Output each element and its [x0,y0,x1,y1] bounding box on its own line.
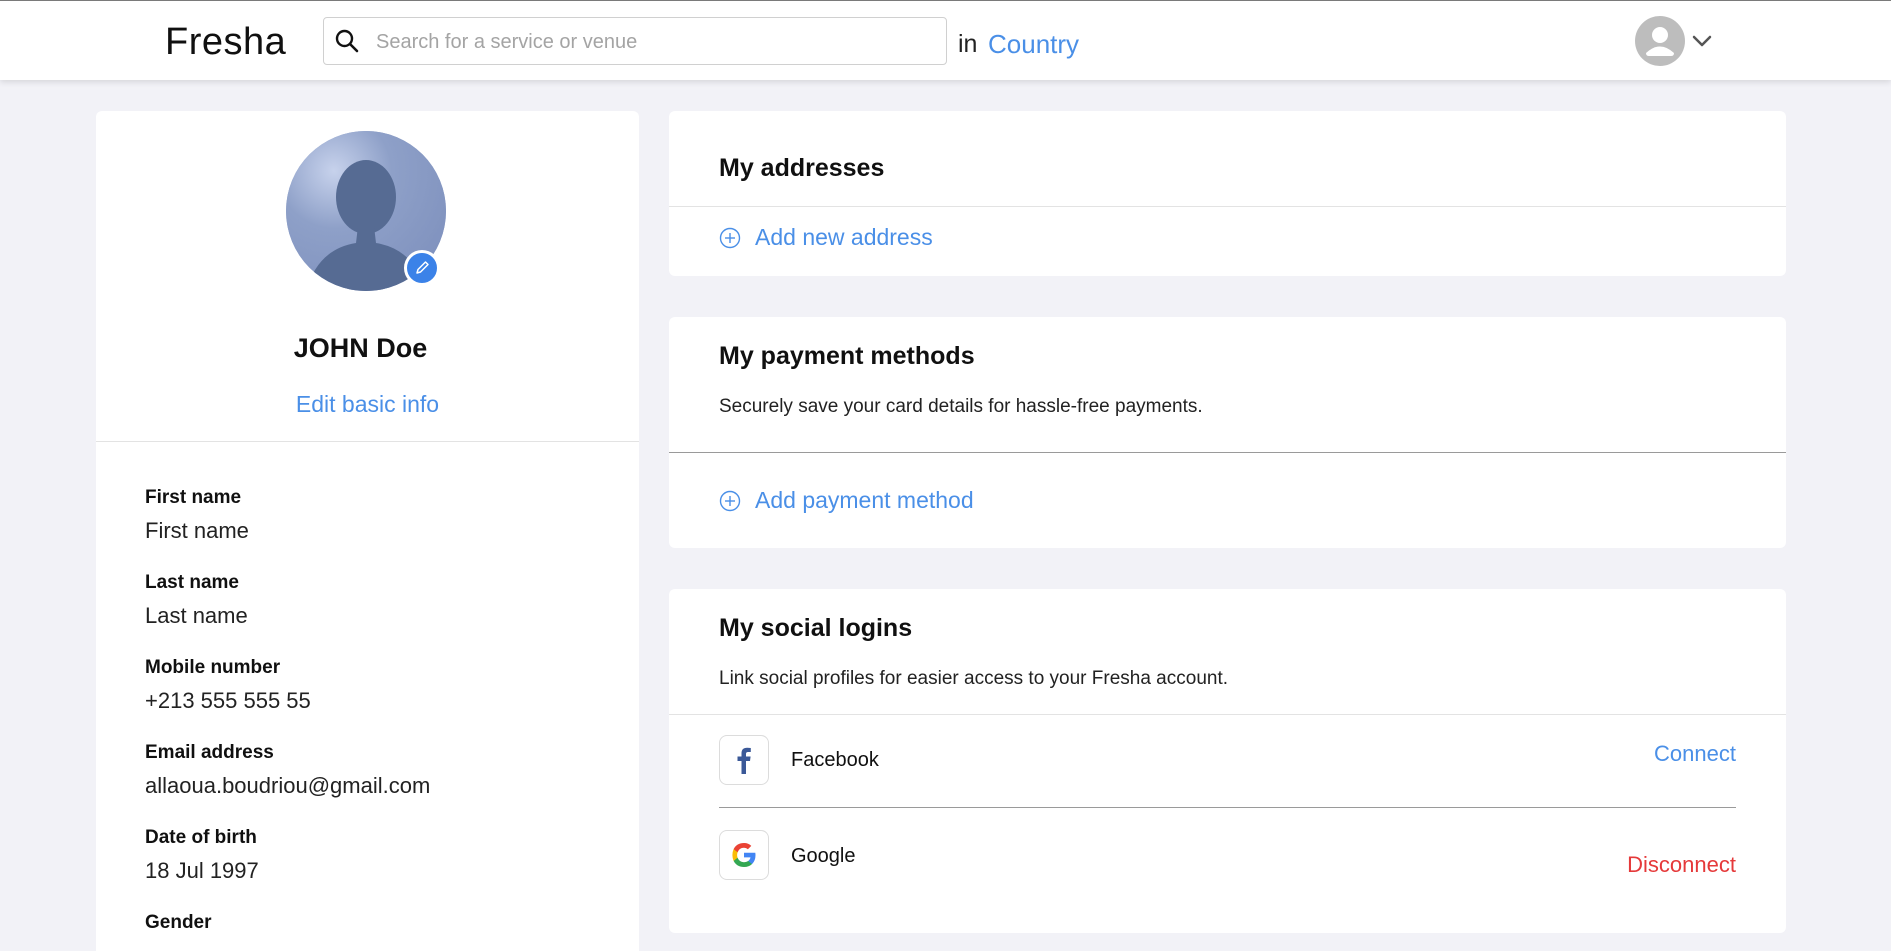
payment-methods-card: My payment methods Securely save your ca… [669,317,1786,548]
google-label: Google [791,845,856,867]
facebook-logo [719,735,769,785]
pencil-icon [416,261,429,274]
edit-photo-button[interactable] [404,250,440,286]
divider [96,441,639,442]
first-name-label: First name [145,487,242,508]
user-full-name: JOHN Doe [293,333,428,363]
email-address-value: allaoua.boudriou@gmail.com [145,773,431,798]
add-new-address-label: Add new address [755,224,933,250]
plus-circle-icon [719,227,741,248]
facebook-icon [737,747,751,774]
addresses-title: My addresses [719,154,885,182]
addresses-card: My addresses Add new address [669,111,1786,276]
facebook-connect-button[interactable]: Connect [1654,741,1736,767]
divider [719,807,1736,808]
add-new-address-button[interactable]: Add new address [719,224,933,251]
payment-methods-description: Securely save your card details for hass… [719,396,1203,417]
chevron-down-icon[interactable] [1690,29,1714,53]
profile-card: JOHN Doe Edit basic info First name Firs… [96,111,639,951]
first-name-value: First name [145,518,249,543]
last-name-label: Last name [145,572,239,593]
fresha-logo[interactable]: Fresha [165,21,286,64]
user-avatar-icon [1646,27,1674,56]
mobile-number-value: +213 555 555 55 [145,688,311,713]
top-header: Fresha in Country [0,0,1891,80]
google-icon [732,843,756,867]
divider [669,714,1786,715]
google-logo [719,830,769,880]
google-disconnect-button[interactable]: Disconnect [1627,852,1736,878]
search-box[interactable] [323,17,947,65]
plus-circle-icon [719,490,741,511]
country-selector-link[interactable]: Country [988,29,1079,60]
divider [669,206,1786,207]
social-logins-description: Link social profiles for easier access t… [719,668,1229,689]
divider [669,452,1786,453]
date-of-birth-value: 18 Jul 1997 [145,858,259,883]
in-label: in [958,30,978,58]
social-logins-card: My social logins Link social profiles fo… [669,589,1786,933]
add-payment-method-label: Add payment method [755,487,974,513]
payment-methods-title: My payment methods [719,342,975,370]
email-address-label: Email address [145,742,274,763]
mobile-number-label: Mobile number [145,657,281,678]
search-icon [335,29,359,53]
gender-label: Gender [145,912,212,933]
edit-basic-info-link[interactable]: Edit basic info [96,391,639,418]
user-avatar-button[interactable] [1635,16,1685,66]
last-name-value: Last name [145,603,248,628]
facebook-label: Facebook [791,749,879,771]
date-of-birth-label: Date of birth [145,827,257,848]
add-payment-method-button[interactable]: Add payment method [719,487,974,514]
social-logins-title: My social logins [719,614,913,642]
search-input[interactable] [374,26,938,58]
